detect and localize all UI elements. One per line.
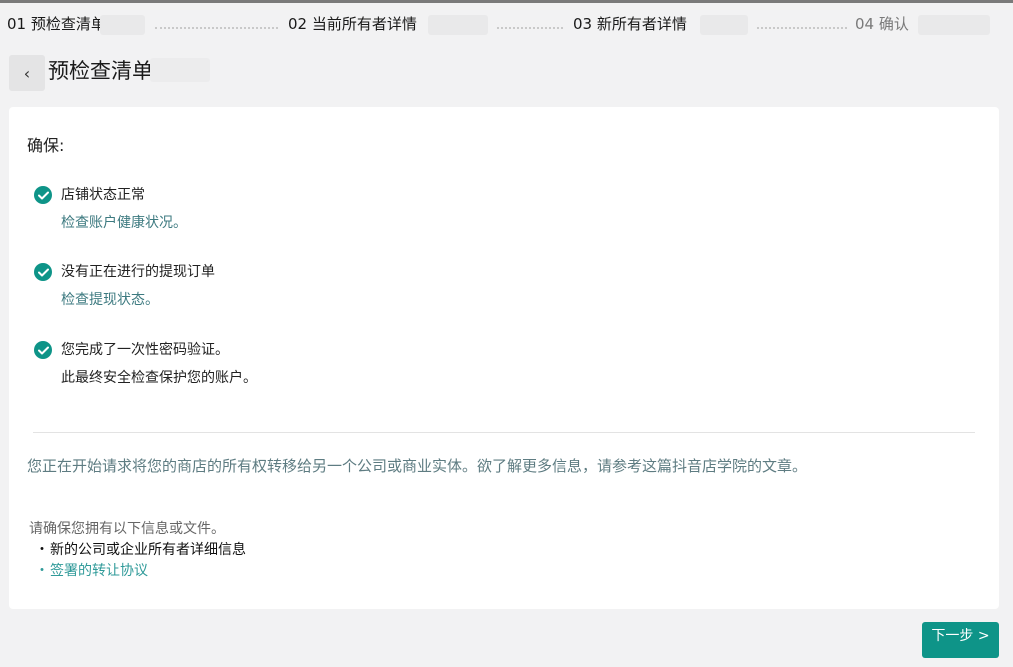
check-withdrawal-status-link[interactable]: 检查提现状态。 — [61, 290, 159, 310]
chevron-left-icon: ‹ — [23, 63, 31, 83]
requirements-label: 请确保您拥有以下信息或文件。 — [29, 521, 225, 537]
precheck-card: 确保: 店铺状态正常 检查账户健康状况。 没有正在进行的提现订单 检查提现状态。… — [9, 107, 999, 609]
ensure-label: 确保: — [27, 136, 65, 155]
step-connector — [757, 27, 847, 29]
step-placeholder — [700, 15, 748, 35]
check-account-health-link[interactable]: 检查账户健康状况。 — [61, 213, 187, 233]
back-button[interactable]: ‹ — [9, 55, 45, 91]
bullet: ・ — [35, 542, 49, 558]
ownership-transfer-notice: 您正在开始请求将您的商店的所有权转移给另一个公司或商业实体。欲了解更多信息，请参… — [27, 457, 808, 475]
checklist-item-title: 没有正在进行的提现订单 — [61, 264, 215, 280]
check-circle-icon — [34, 263, 52, 281]
step-4-confirm[interactable]: 04 确认 — [855, 14, 909, 34]
step-2-current-owner[interactable]: 02 当前所有者详情 — [288, 14, 417, 34]
divider — [33, 432, 975, 433]
next-button[interactable]: 下一步 > — [922, 622, 999, 658]
step-placeholder — [100, 15, 145, 35]
requirement-text: 新的公司或企业所有者详细信息 — [50, 542, 246, 558]
title-placeholder — [150, 58, 210, 82]
progress-stepper: 01 预检查清单 02 当前所有者详情 03 新所有者详情 04 确认 — [0, 3, 1013, 43]
check-circle-icon — [34, 186, 52, 204]
step-1-precheck[interactable]: 01 预检查清单 — [7, 14, 106, 34]
requirement-item-transfer-agreement[interactable]: ・签署的转让协议 — [35, 561, 148, 581]
step-connector — [155, 27, 278, 29]
checklist-item-title: 您完成了一次性密码验证。 — [61, 342, 229, 358]
step-3-new-owner[interactable]: 03 新所有者详情 — [573, 14, 687, 34]
check-circle-icon — [34, 341, 52, 359]
bullet: ・ — [35, 563, 49, 579]
step-connector — [497, 27, 563, 29]
step-placeholder — [918, 15, 990, 35]
requirement-text: 签署的转让协议 — [50, 563, 148, 579]
requirement-item: ・新的公司或企业所有者详细信息 — [35, 540, 246, 560]
checklist-item-description: 此最终安全检查保护您的账户。 — [61, 370, 257, 386]
step-placeholder — [428, 15, 488, 35]
page-title: 预检查清单 — [48, 59, 153, 83]
checklist-item-title: 店铺状态正常 — [61, 187, 145, 203]
